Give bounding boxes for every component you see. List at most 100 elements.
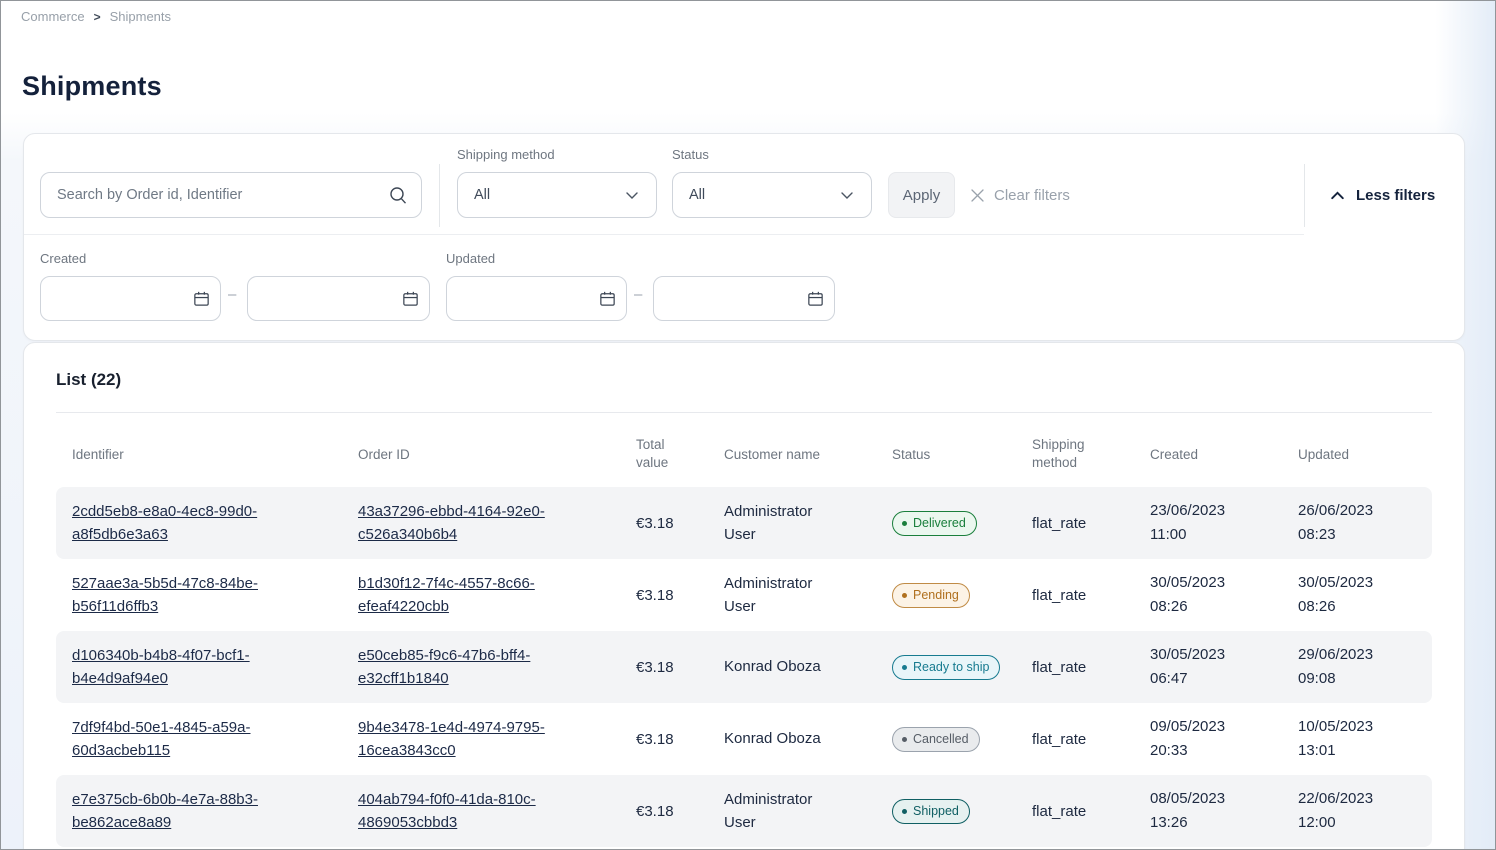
status-dot-icon <box>902 593 907 598</box>
customer-name-cell: Administrator User <box>724 500 834 547</box>
shipping-method-cell: flat_rate <box>1032 587 1150 604</box>
total-value-cell: €3.18 <box>636 731 724 748</box>
search-icon <box>388 185 408 205</box>
search-field-wrap <box>40 172 422 218</box>
breadcrumb: Commerce > Shipments <box>21 9 171 24</box>
status-badge-label: Cancelled <box>913 732 969 746</box>
status-badge: Pending <box>892 583 970 608</box>
created-cell: 30/05/202308:26 <box>1150 571 1298 619</box>
list-title: List (22) <box>56 370 121 390</box>
identifier-link[interactable]: 2cdd5eb8-e8a0-4ec8-99d0-a8f5db6e3a63 <box>72 500 322 547</box>
status-select[interactable]: All <box>672 172 872 218</box>
status-badge: Delivered <box>892 511 977 536</box>
updated-cell: 30/05/202308:26 <box>1298 571 1416 619</box>
search-input[interactable] <box>40 172 422 218</box>
calendar-icon[interactable] <box>806 289 825 308</box>
table-row: 527aae3a-5b5d-47c8-84be-b56f11d6ffb3 b1d… <box>56 559 1432 631</box>
updated-cell: 10/05/202313:01 <box>1298 715 1416 763</box>
order-id-link[interactable]: 9b4e3478-1e4d-4974-9795-16cea3843cc0 <box>358 716 608 763</box>
column-header-total-value: Total value <box>636 436 678 472</box>
filter-divider <box>439 164 440 227</box>
created-label: Created <box>40 251 86 266</box>
customer-name-cell: Konrad Oboza <box>724 655 834 678</box>
column-header-created: Created <box>1150 447 1298 462</box>
identifier-link[interactable]: 527aae3a-5b5d-47c8-84be-b56f11d6ffb3 <box>72 572 322 619</box>
identifier-link[interactable]: 7df9f4bd-50e1-4845-a59a-60d3acbeb115 <box>72 716 322 763</box>
calendar-icon[interactable] <box>401 289 420 308</box>
filters-panel: Shipping method All Status All Apply <box>23 133 1465 341</box>
status-value: All <box>689 187 705 203</box>
total-value-cell: €3.18 <box>636 515 724 532</box>
breadcrumb-commerce[interactable]: Commerce <box>21 9 85 24</box>
clear-filters-button[interactable]: Clear filters <box>970 172 1070 218</box>
filter-divider <box>1304 164 1305 227</box>
column-header-shipping-method: Shipping method <box>1032 436 1102 472</box>
customer-name-cell: Administrator User <box>724 788 834 835</box>
table-row: 7df9f4bd-50e1-4845-a59a-60d3acbeb115 9b4… <box>56 703 1432 775</box>
calendar-icon[interactable] <box>192 289 211 308</box>
identifier-link[interactable]: d106340b-b4b8-4f07-bcf1-b4e4d9af94e0 <box>72 644 322 691</box>
table-row: e7e375cb-6b0b-4e7a-88b3-be862ace8a89 404… <box>56 775 1432 847</box>
total-value-cell: €3.18 <box>636 587 724 604</box>
order-id-link[interactable]: 43a37296-ebbd-4164-92e0-c526a340b6b4 <box>358 500 608 547</box>
chevron-down-icon <box>839 187 855 203</box>
shipments-list-panel: List (22) Identifier Order ID Total valu… <box>23 342 1465 850</box>
order-id-link[interactable]: e50ceb85-f9c6-47b6-bff4-e32cff1b1840 <box>358 644 608 691</box>
less-filters-toggle[interactable]: Less filters <box>1329 172 1435 218</box>
shipping-method-cell: flat_rate <box>1032 803 1150 820</box>
status-badge-label: Pending <box>913 588 959 602</box>
shipments-page: Commerce > Shipments Shipments Shipping … <box>0 0 1496 850</box>
apply-button[interactable]: Apply <box>888 172 955 218</box>
shipping-method-cell: flat_rate <box>1032 731 1150 748</box>
status-badge-label: Shipped <box>913 804 959 818</box>
updated-range-dash: – <box>634 286 642 303</box>
total-value-cell: €3.18 <box>636 803 724 820</box>
list-divider <box>56 412 1432 413</box>
filter-row-divider <box>24 234 1304 235</box>
clear-filters-label: Clear filters <box>994 187 1070 204</box>
column-header-identifier: Identifier <box>72 447 358 462</box>
updated-cell: 29/06/202309:08 <box>1298 643 1416 691</box>
shipping-method-value: All <box>474 187 490 203</box>
breadcrumb-separator-icon: > <box>94 10 101 24</box>
column-header-order-id: Order ID <box>358 447 636 462</box>
table-row: d106340b-b4b8-4f07-bcf1-b4e4d9af94e0 e50… <box>56 631 1432 703</box>
status-badge: Cancelled <box>892 727 980 752</box>
shipping-method-select[interactable]: All <box>457 172 657 218</box>
less-filters-label: Less filters <box>1356 187 1435 204</box>
table-header-row: Identifier Order ID Total value Customer… <box>56 422 1432 486</box>
status-badge-label: Delivered <box>913 516 966 530</box>
identifier-link[interactable]: e7e375cb-6b0b-4e7a-88b3-be862ace8a89 <box>72 788 322 835</box>
created-cell: 30/05/202306:47 <box>1150 643 1298 691</box>
status-dot-icon <box>902 665 907 670</box>
updated-label: Updated <box>446 251 495 266</box>
status-badge: Ready to ship <box>892 655 1000 680</box>
column-header-status: Status <box>892 447 1032 462</box>
table-body: 2cdd5eb8-e8a0-4ec8-99d0-a8f5db6e3a63 43a… <box>56 487 1432 847</box>
customer-name-cell: Administrator User <box>724 572 834 619</box>
status-badge: Shipped <box>892 799 970 824</box>
status-dot-icon <box>902 809 907 814</box>
created-range-dash: – <box>228 286 236 303</box>
page-title: Shipments <box>22 71 162 102</box>
status-dot-icon <box>902 737 907 742</box>
order-id-link[interactable]: 404ab794-f0f0-41da-810c-4869053cbbd3 <box>358 788 608 835</box>
table-row: 2cdd5eb8-e8a0-4ec8-99d0-a8f5db6e3a63 43a… <box>56 487 1432 559</box>
created-cell: 23/06/202311:00 <box>1150 499 1298 547</box>
customer-name-cell: Konrad Oboza <box>724 727 834 750</box>
created-cell: 09/05/202320:33 <box>1150 715 1298 763</box>
shipping-method-label: Shipping method <box>457 147 555 162</box>
shipping-method-cell: flat_rate <box>1032 515 1150 532</box>
chevron-up-icon <box>1329 187 1346 204</box>
total-value-cell: €3.18 <box>636 659 724 676</box>
calendar-icon[interactable] <box>598 289 617 308</box>
status-dot-icon <box>902 521 907 526</box>
updated-cell: 22/06/202312:00 <box>1298 787 1416 835</box>
breadcrumb-shipments[interactable]: Shipments <box>110 9 171 24</box>
order-id-link[interactable]: b1d30f12-7f4c-4557-8c66-efeaf4220cbb <box>358 572 608 619</box>
chevron-down-icon <box>624 187 640 203</box>
column-header-updated: Updated <box>1298 447 1416 462</box>
status-label: Status <box>672 147 709 162</box>
shipping-method-cell: flat_rate <box>1032 659 1150 676</box>
updated-cell: 26/06/202308:23 <box>1298 499 1416 547</box>
